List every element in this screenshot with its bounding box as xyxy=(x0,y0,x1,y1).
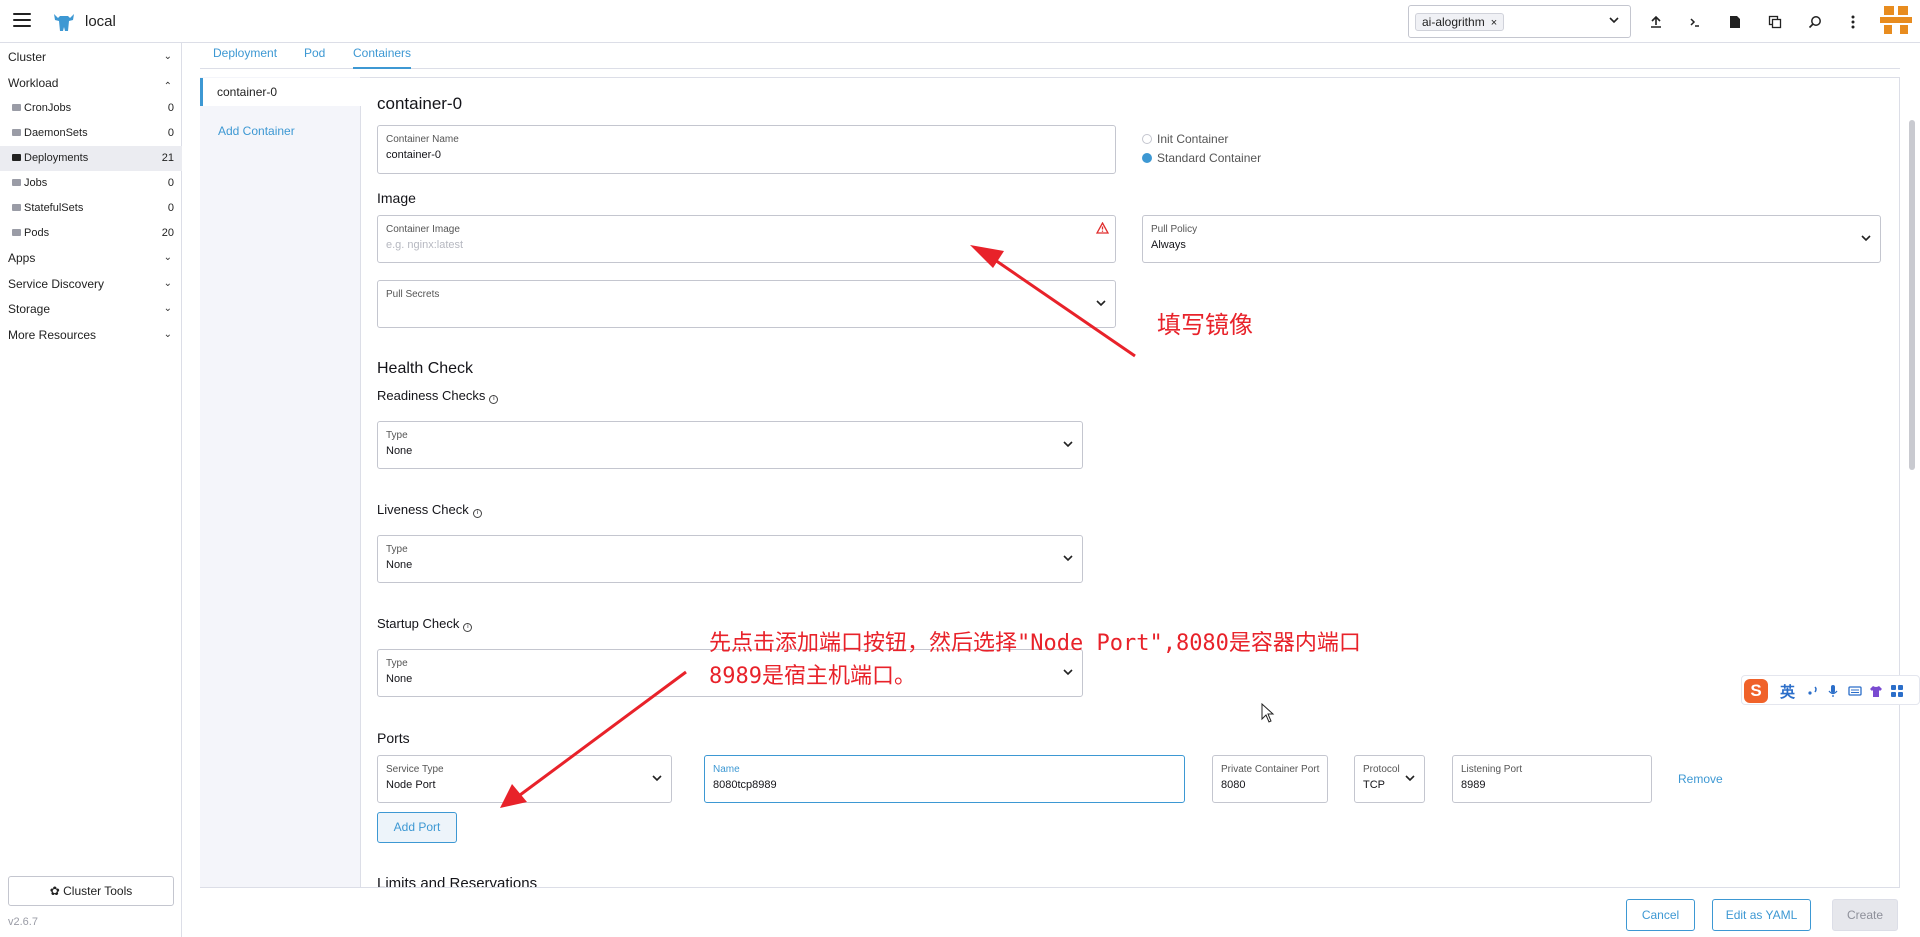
annotation-arrows xyxy=(500,245,1136,808)
skin-shirt-icon[interactable] xyxy=(1869,684,1883,698)
ime-mode-label[interactable]: 英 xyxy=(1780,681,1795,702)
apps-grid-icon[interactable] xyxy=(1890,684,1904,698)
ime-toolbar: S 英 xyxy=(1741,675,1920,705)
annotation-port-note: 先点击添加端口按钮，然后选择"Node Port",8080是容器内端口 898… xyxy=(709,631,1361,689)
punctuation-icon[interactable] xyxy=(1806,684,1820,698)
keyboard-icon[interactable] xyxy=(1848,684,1862,698)
microphone-icon[interactable] xyxy=(1826,684,1840,698)
arrowhead-image xyxy=(970,245,1004,268)
mouse-cursor-icon xyxy=(1261,703,1275,723)
arrow-line-image xyxy=(994,258,1136,358)
annotation-image-note: 填写镜像 xyxy=(1157,311,1253,339)
arrowhead-port xyxy=(500,784,527,808)
app-root: local ai-alogrithm × Cluster ⌄ Workload … xyxy=(0,0,1920,937)
arrow-line-port xyxy=(519,670,687,797)
sogou-logo-icon[interactable]: S xyxy=(1744,679,1768,703)
